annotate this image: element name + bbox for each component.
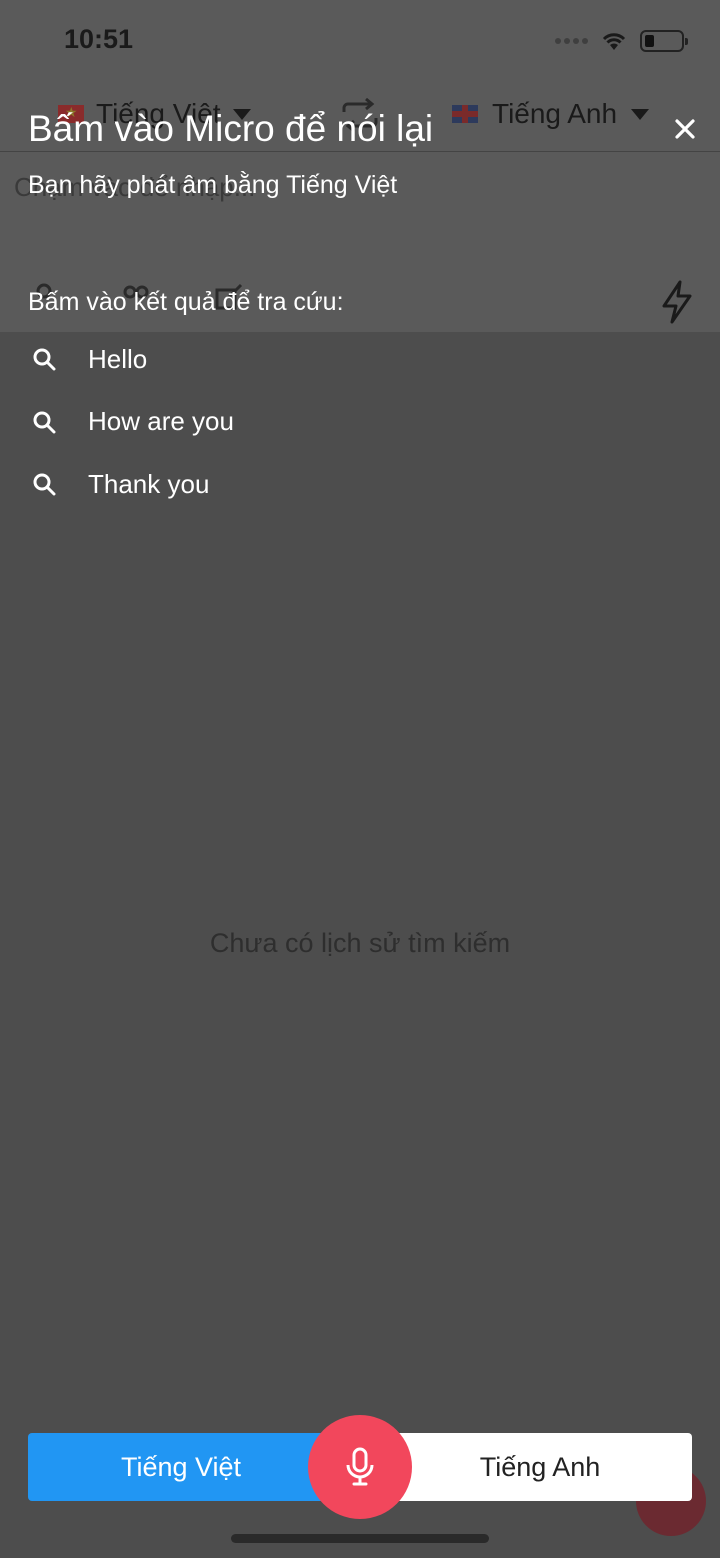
empty-history-message: Chưa có lịch sử tìm kiếm <box>209 928 511 958</box>
close-icon[interactable] <box>674 118 696 140</box>
target-language-selector[interactable]: Tiếng Anh <box>452 98 650 130</box>
battery-icon <box>640 30 688 52</box>
status-bar: 10:51 <box>0 0 720 80</box>
recognition-results-list: Hello How are you Thank you <box>0 328 720 516</box>
search-icon <box>33 473 56 496</box>
overlay-hint: Bấm vào kết quả để tra cứu: <box>28 288 344 316</box>
result-item-thank-you[interactable]: Thank you <box>0 453 720 516</box>
overlay-title: Bấm vào Micro để nói lại <box>28 108 434 149</box>
status-icons <box>555 26 688 56</box>
search-icon <box>33 348 56 371</box>
result-label: Thank you <box>88 468 210 499</box>
result-label: Hello <box>88 343 148 374</box>
dropdown-arrow-icon <box>631 108 650 120</box>
result-label: How are you <box>88 406 234 437</box>
overlay-subtitle: Bạn hãy phát âm bằng Tiếng Việt <box>28 171 398 199</box>
status-time: 10:51 <box>64 24 134 54</box>
result-item-hello[interactable]: Hello <box>0 328 720 391</box>
cellular-icon <box>555 38 588 44</box>
result-item-how-are-you[interactable]: How are you <box>0 391 720 454</box>
microphone-button[interactable] <box>308 1415 412 1519</box>
wifi-icon <box>602 33 626 50</box>
home-indicator <box>231 1534 489 1543</box>
search-icon <box>33 411 56 434</box>
lightning-icon[interactable] <box>660 280 694 324</box>
target-language-label: Tiếng Anh <box>492 98 618 129</box>
uk-flag-icon <box>452 105 478 123</box>
microphone-icon <box>346 1447 374 1486</box>
